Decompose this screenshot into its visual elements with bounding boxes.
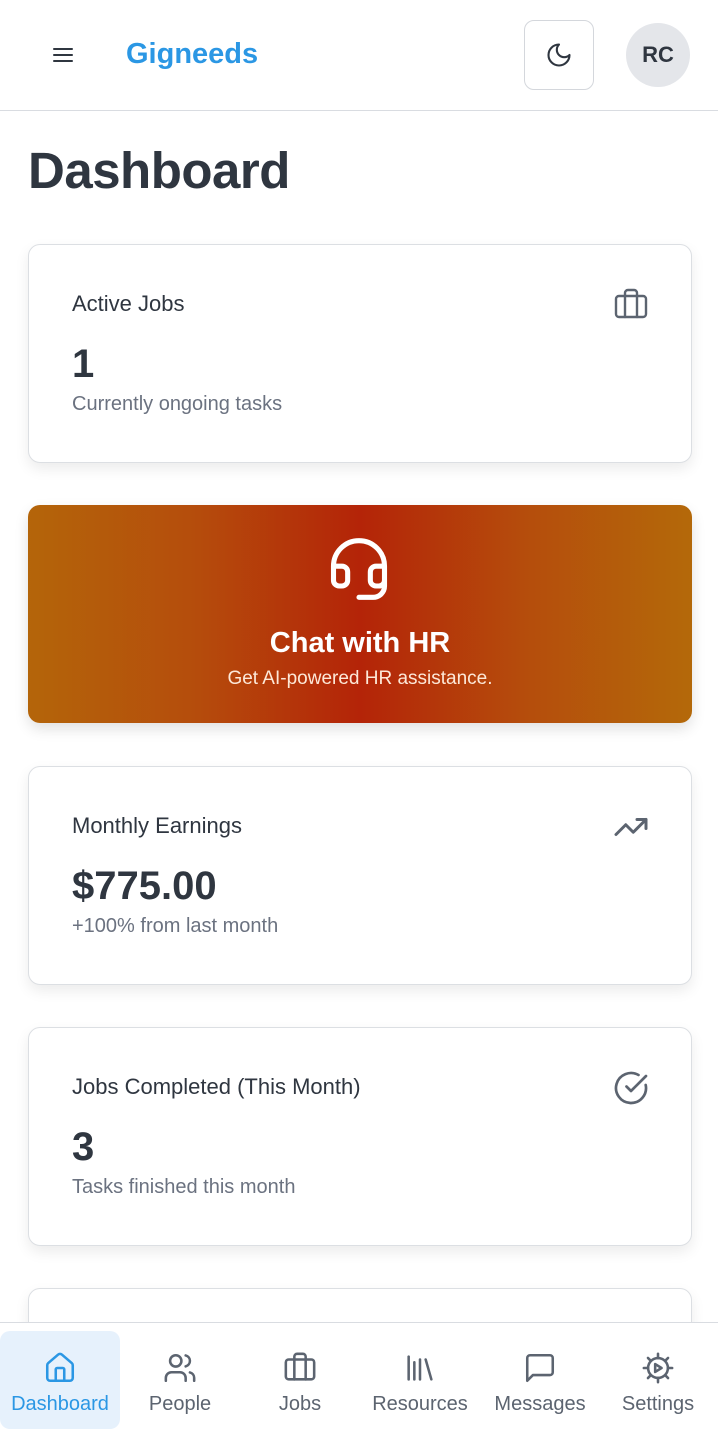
- message-icon: [525, 1353, 555, 1383]
- nav-item-jobs[interactable]: Jobs: [240, 1331, 360, 1429]
- trending-up-icon: [614, 818, 648, 836]
- avatar[interactable]: RC: [626, 23, 690, 87]
- gear-icon: [642, 1352, 674, 1384]
- card-value: 3: [72, 1125, 95, 1169]
- bottom-navigation: Dashboard People Jobs Resources Messages: [0, 1322, 718, 1444]
- briefcase-icon: [284, 1352, 316, 1381]
- library-icon: [407, 1355, 433, 1381]
- card-title: Monthly Earnings: [72, 813, 242, 838]
- nav-label: Settings: [621, 1393, 695, 1415]
- card-value: 1: [72, 342, 95, 386]
- nav-item-dashboard[interactable]: Dashboard: [0, 1331, 120, 1429]
- nav-label: Jobs: [278, 1393, 322, 1415]
- nav-label: Dashboard: [11, 1393, 109, 1415]
- nav-item-people[interactable]: People: [120, 1331, 240, 1429]
- card-title: Active Jobs: [72, 291, 185, 316]
- monthly-earnings-card[interactable]: Monthly Earnings $775.00 +100% from last…: [28, 766, 692, 985]
- check-circle-icon: [614, 1071, 648, 1105]
- active-jobs-card[interactable]: Active Jobs 1 Currently ongoing tasks: [28, 244, 692, 463]
- nav-label: Resources: [372, 1393, 468, 1415]
- top-app-bar: Gigneeds RC: [0, 0, 718, 111]
- nav-label: People: [148, 1393, 212, 1415]
- card-title: Jobs Completed (This Month): [72, 1074, 361, 1099]
- nav-item-resources[interactable]: Resources: [360, 1331, 480, 1429]
- users-icon: [164, 1353, 196, 1383]
- brand-logo-text[interactable]: Gigneeds: [126, 36, 258, 72]
- page-title: Dashboard: [28, 142, 290, 199]
- card-subtitle: Tasks finished this month: [72, 1176, 296, 1198]
- hr-card-title: Chat with HR: [269, 627, 451, 659]
- briefcase-icon: [614, 288, 648, 319]
- chat-with-hr-card[interactable]: Chat with HR Get AI-powered HR assistanc…: [28, 505, 692, 723]
- moon-icon: [547, 43, 571, 67]
- nav-item-messages[interactable]: Messages: [480, 1331, 600, 1429]
- hamburger-icon: [53, 48, 73, 62]
- hr-card-subtitle: Get AI-powered HR assistance.: [227, 668, 493, 689]
- nav-label: Messages: [494, 1393, 586, 1415]
- theme-toggle-button[interactable]: [524, 20, 594, 90]
- jobs-completed-card[interactable]: Jobs Completed (This Month) 3 Tasks fini…: [28, 1027, 692, 1246]
- card-subtitle: +100% from last month: [72, 915, 279, 937]
- nav-item-settings[interactable]: Settings: [598, 1331, 718, 1429]
- card-value: $775.00: [72, 864, 217, 908]
- home-icon: [45, 1352, 75, 1383]
- headset-icon: [330, 538, 388, 600]
- card-subtitle: Currently ongoing tasks: [72, 393, 283, 415]
- menu-button[interactable]: [40, 32, 86, 78]
